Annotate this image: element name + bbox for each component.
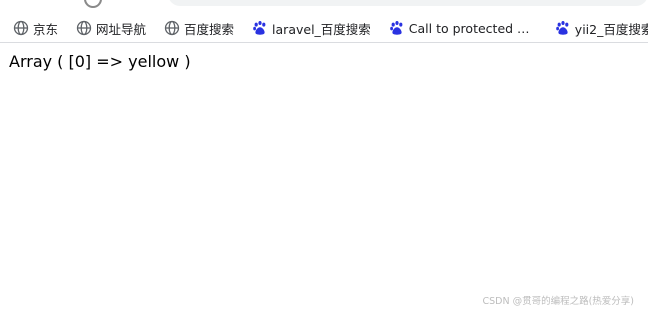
toolbar-strip	[0, 0, 648, 8]
bookmark-laravel-search[interactable]: laravel_百度搜索	[239, 16, 376, 40]
browser-chrome: 京东 网址导航 百度搜索 laravel_百度搜索 Call to protec…	[0, 0, 648, 43]
csdn-watermark: CSDN @贯哥的编程之路(热爱分享)	[482, 296, 634, 307]
bookmark-label: Call to protected me...	[408, 20, 537, 36]
bookmark-call-to-protected[interactable]: Call to protected me...	[376, 16, 542, 40]
bookmark-label: 百度搜索	[184, 21, 235, 37]
print-r-output: Array ( [0] => yellow )	[9, 52, 191, 71]
globe-icon	[76, 20, 92, 36]
globe-icon	[13, 20, 29, 36]
bookmark-yii2-search[interactable]: yii2_百度搜索	[542, 16, 648, 40]
baidu-paw-icon	[252, 20, 268, 36]
bookmark-baidu-search[interactable]: 百度搜索	[151, 16, 239, 40]
address-bar[interactable]	[168, 0, 648, 6]
reload-icon[interactable]	[84, 0, 102, 8]
globe-icon	[164, 20, 180, 36]
bookmark-label: yii2_百度搜索	[574, 21, 648, 37]
bookmark-label: laravel_百度搜索	[272, 21, 371, 37]
baidu-paw-icon	[555, 20, 571, 36]
page-content: Array ( [0] => yellow ) CSDN @贯哥的编程之路(热爱…	[0, 43, 648, 316]
bookmarks-bar: 京东 网址导航 百度搜索 laravel_百度搜索 Call to protec…	[0, 14, 648, 42]
bookmark-web-nav[interactable]: 网址导航	[63, 16, 151, 40]
bookmark-label: 网址导航	[96, 21, 147, 37]
bookmark-jd[interactable]: 京东	[0, 16, 63, 40]
bookmark-label: 京东	[33, 21, 59, 37]
baidu-paw-icon	[389, 20, 405, 36]
